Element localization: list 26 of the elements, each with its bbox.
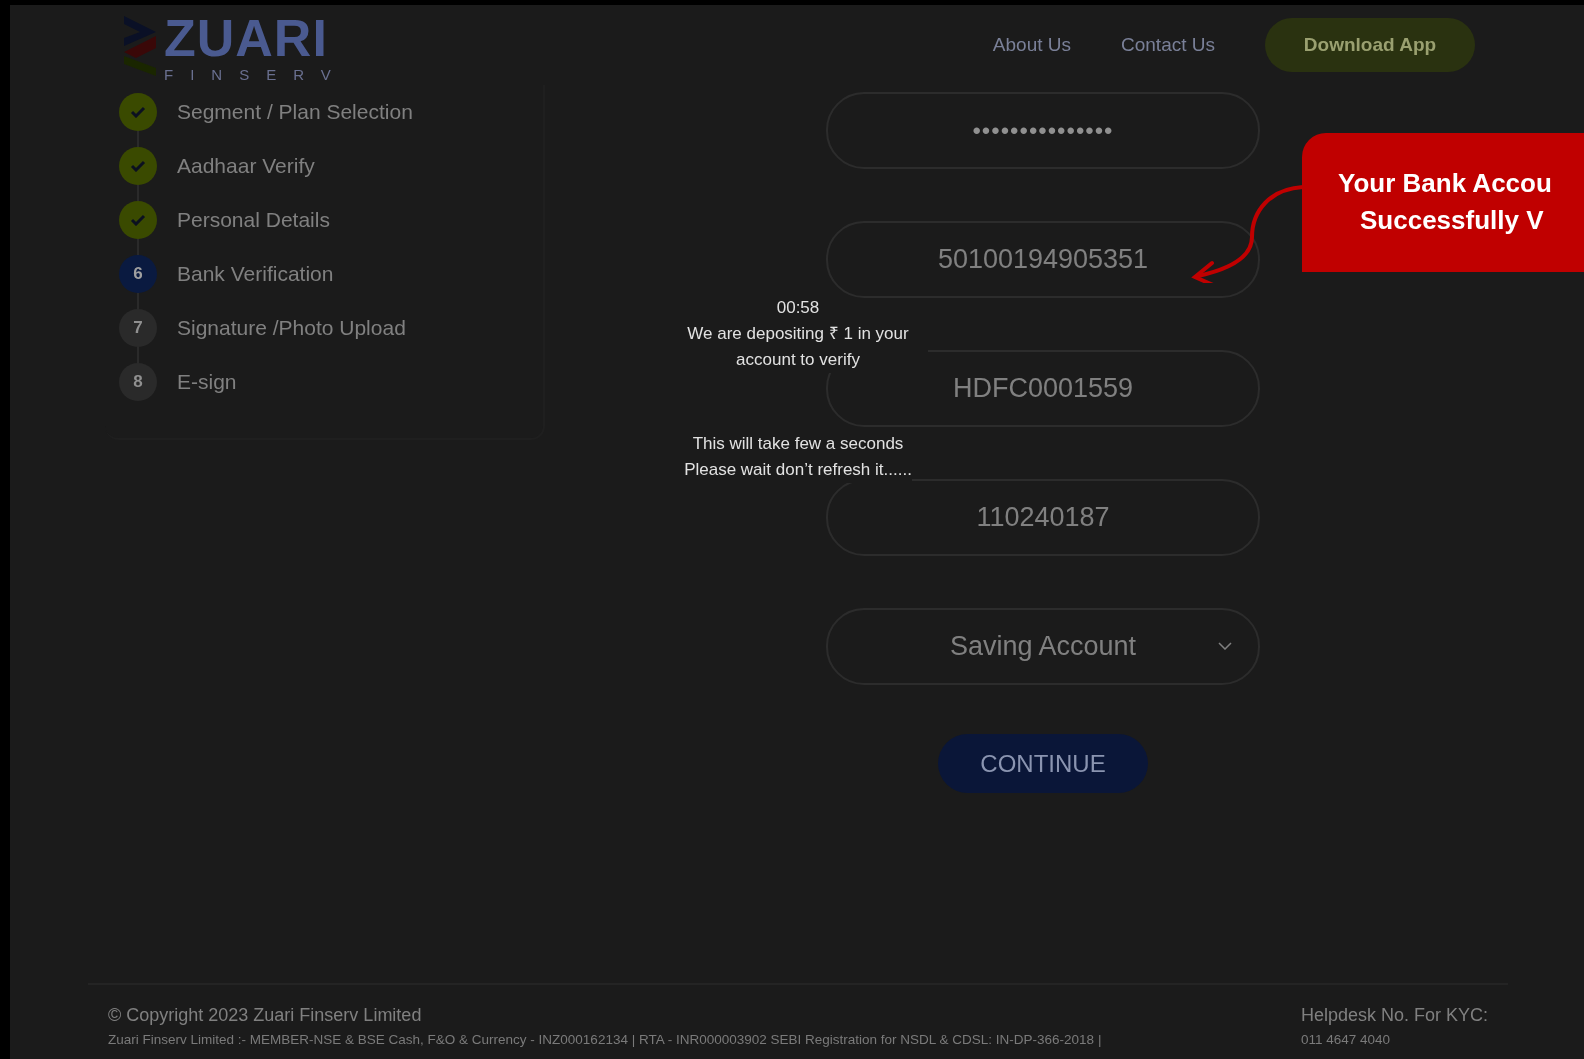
step-number: 6 [119, 255, 157, 293]
step-label: Aadhaar Verify [177, 154, 315, 178]
disclosure-text: Zuari Finserv Limited :- MEMBER-NSE & BSE Cash, F&O & Currency - INZ000162134 | RTA - INR000003902 SEBI Registration for NSDL & CDSL: IN-DP-366-2018 | [108, 1032, 1103, 1047]
logo-tagline: FINSERV [164, 65, 348, 83]
copyright-text: © Copyright 2023 Zuari Finserv Limited [108, 1005, 423, 1026]
input-field[interactable]: 50100194905351 [826, 221, 1260, 298]
helpdesk-label: Helpdesk No. For KYC: [1300, 1005, 1488, 1026]
continue-button[interactable]: CONTINUE [938, 734, 1148, 793]
logo-name: ZUARI [164, 7, 329, 68]
chevron-down-icon [1218, 642, 1232, 650]
logo-mark-icon [122, 14, 158, 76]
step-label: Segment / Plan Selection [177, 100, 413, 124]
nav-link[interactable]: About Us [992, 34, 1071, 56]
step-label: Bank Verification [177, 262, 334, 286]
step-label: Signature /Photo Upload [177, 316, 406, 340]
step-number: 8 [119, 363, 157, 401]
dropdown[interactable]: Saving Account [826, 608, 1260, 685]
callout-text: Your Bank Accou [1337, 168, 1553, 199]
download-app-button[interactable]: Download App [1265, 18, 1475, 72]
input-field[interactable]: ••••••••••••••• [826, 92, 1260, 169]
step-label: E-sign [177, 370, 237, 394]
step-label: Personal Details [177, 208, 330, 232]
nav-link[interactable]: Contact Us [1121, 34, 1215, 56]
helpdesk-number: 011 4647 4040 [1300, 1032, 1391, 1047]
callout-text: Successfully V [1359, 205, 1545, 236]
step-number: 7 [119, 309, 157, 347]
